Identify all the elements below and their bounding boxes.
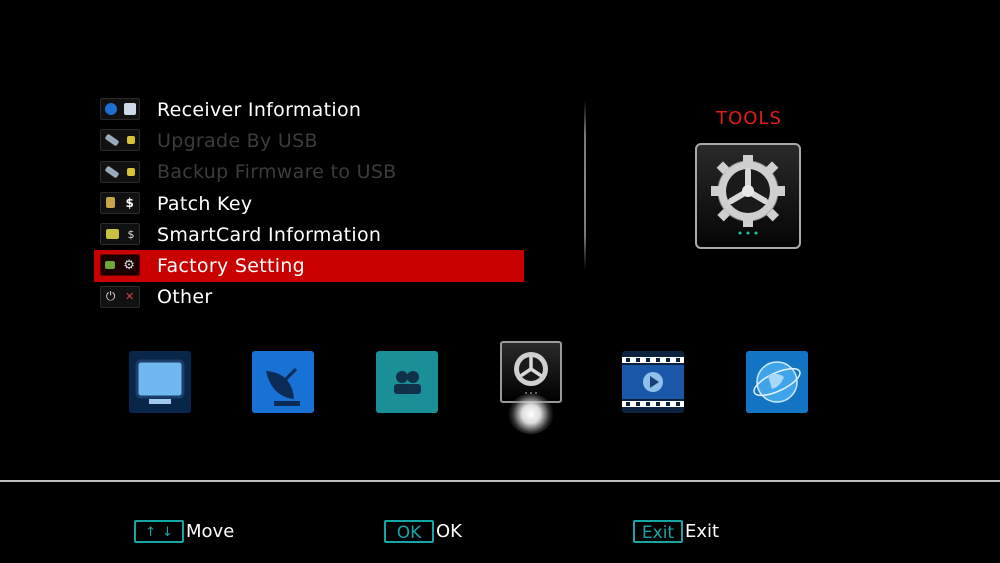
move-hint: ↑↓ Move bbox=[134, 520, 234, 543]
menu-item-label: Receiver Information bbox=[157, 98, 362, 121]
exit-key: Exit bbox=[633, 520, 683, 543]
selection-glow bbox=[508, 394, 554, 434]
ok-hint: OK OK bbox=[384, 520, 462, 543]
smartcard-icon: $ bbox=[100, 223, 140, 246]
move-label: Move bbox=[186, 521, 235, 542]
menu-item-label: Backup Firmware to USB bbox=[157, 161, 397, 184]
exit-hint: Exit Exit bbox=[633, 520, 719, 543]
info-icon bbox=[100, 98, 140, 120]
app-bar bbox=[0, 341, 1000, 431]
menu-item-label: Other bbox=[157, 286, 213, 309]
satellite-dish-icon[interactable] bbox=[252, 351, 314, 413]
arrow-keys-icon: ↑↓ bbox=[134, 520, 184, 543]
factory-reset-icon: ⚙ bbox=[100, 254, 140, 277]
usb-icon bbox=[100, 160, 140, 183]
menu-item-receiver-information[interactable]: Receiver Information bbox=[94, 94, 524, 125]
usb-icon bbox=[100, 129, 140, 152]
tv-icon[interactable] bbox=[129, 351, 191, 413]
key-lock-icon: $ bbox=[100, 191, 140, 214]
menu-item-other[interactable]: ⏻ ✕ Other bbox=[94, 282, 524, 313]
menu-item-label: Factory Setting bbox=[157, 255, 305, 278]
power-icon: ⏻ ✕ bbox=[100, 285, 140, 308]
menu-item-smartcard-information[interactable]: $ SmartCard Information bbox=[94, 219, 524, 250]
menu-item-backup-firmware-to-usb[interactable]: Backup Firmware to USB bbox=[94, 157, 524, 188]
tools-menu: Receiver Information Upgrade By USB Back… bbox=[94, 94, 524, 313]
gear-icon bbox=[695, 143, 801, 249]
panel-title: TOOLS bbox=[716, 108, 782, 129]
menu-item-label: Patch Key bbox=[157, 192, 253, 215]
vertical-divider bbox=[584, 100, 586, 270]
ok-key: OK bbox=[384, 520, 434, 543]
exit-label: Exit bbox=[685, 521, 720, 542]
media-player-icon[interactable] bbox=[622, 351, 684, 413]
menu-item-label: Upgrade By USB bbox=[157, 129, 318, 152]
menu-item-upgrade-by-usb[interactable]: Upgrade By USB bbox=[94, 125, 524, 156]
menu-item-factory-setting[interactable]: ⚙ Factory Setting bbox=[94, 250, 524, 282]
menu-item-label: SmartCard Information bbox=[157, 223, 382, 246]
footer-divider bbox=[0, 480, 1000, 482]
globe-icon[interactable] bbox=[746, 351, 808, 413]
menu-item-patch-key[interactable]: $ Patch Key bbox=[94, 188, 524, 219]
users-icon[interactable] bbox=[376, 351, 438, 413]
ok-label: OK bbox=[436, 521, 462, 542]
